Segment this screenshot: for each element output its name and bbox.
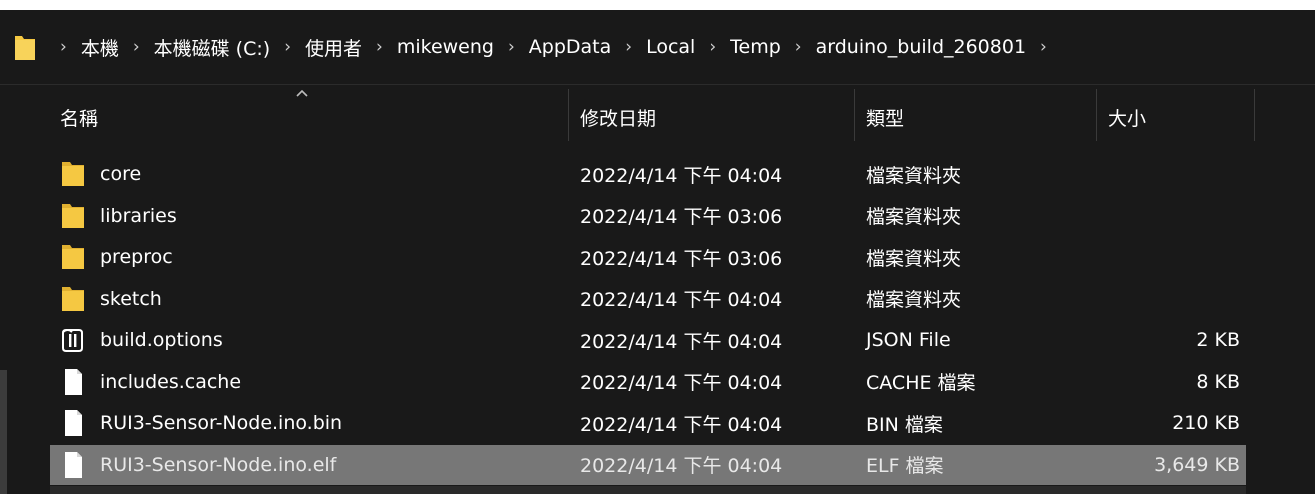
vertical-scrollbar[interactable]: [0, 370, 7, 494]
column-name-header[interactable]: 名稱: [60, 85, 98, 149]
file-type: ELF 檔案: [866, 455, 944, 477]
file-modified: 2022/4/14 下午 04:04: [580, 413, 783, 436]
chevron-right-icon[interactable]: ›: [697, 37, 728, 57]
file-name[interactable]: core: [100, 154, 141, 194]
file-modified: 2022/4/14 下午 03:06: [580, 247, 783, 270]
address-bar[interactable]: › 本機 › 本機磁碟 (C:) › 使用者 › mikeweng › AppData › Local…: [0, 10, 1315, 85]
file-size: 3,649 KB: [1154, 453, 1240, 476]
breadcrumb-item[interactable]: AppData: [527, 36, 614, 58]
chevron-right-icon[interactable]: ›: [613, 37, 644, 57]
file-row[interactable]: preproc 2022/4/14 下午 03:06 檔案資料夾: [0, 237, 1315, 277]
column-size-header[interactable]: 大小: [1108, 85, 1146, 149]
file-type: 檔案資料夾: [866, 206, 962, 228]
breadcrumb-item[interactable]: Local: [644, 36, 697, 58]
breadcrumb-item[interactable]: 本機磁碟 (C:): [152, 34, 273, 61]
chevron-right-icon[interactable]: ›: [121, 37, 152, 57]
file-icon: [60, 451, 86, 479]
file-type: CACHE 檔案: [866, 372, 976, 394]
column-divider[interactable]: [1096, 89, 1097, 141]
chevron-right-icon[interactable]: ›: [48, 37, 79, 57]
breadcrumb-item[interactable]: arduino_build_260801: [814, 36, 1028, 58]
file-modified: 2022/4/14 下午 04:04: [580, 330, 783, 353]
folder-icon: [60, 202, 86, 230]
file-type: 檔案資料夾: [866, 289, 962, 311]
file-name[interactable]: sketch: [100, 279, 162, 319]
file-icon: [60, 409, 86, 437]
chevron-right-icon[interactable]: ›: [1028, 37, 1059, 57]
chevron-right-icon[interactable]: ›: [783, 37, 814, 57]
breadcrumb: › 本機 › 本機磁碟 (C:) › 使用者 › mikeweng › AppData › Local…: [48, 10, 1059, 84]
file-size: [1080, 154, 1240, 194]
file-row[interactable]: build.options 2022/4/14 下午 04:04 JSON File…: [0, 320, 1315, 360]
file-name[interactable]: RUI3-Sensor-Node.ino.elf: [100, 445, 336, 485]
file-name[interactable]: preproc: [100, 237, 173, 277]
file-type: JSON File: [866, 329, 951, 351]
file-type: BIN 檔案: [866, 413, 943, 436]
breadcrumb-item[interactable]: 本機: [79, 34, 121, 61]
column-type-header[interactable]: 類型: [866, 85, 904, 149]
column-divider[interactable]: [854, 89, 855, 141]
folder-icon: [60, 285, 86, 313]
folder-icon: [15, 36, 35, 60]
column-divider[interactable]: [1254, 89, 1255, 141]
column-header: 名稱 修改日期 類型 大小: [0, 85, 1315, 149]
column-divider[interactable]: [568, 89, 569, 141]
file-row[interactable]: includes.cache 2022/4/14 下午 04:04 CACHE 檔案…: [0, 362, 1315, 402]
file-size: [1080, 279, 1240, 319]
folder-icon: [60, 160, 86, 188]
file-type: 檔案資料夾: [866, 247, 962, 270]
breadcrumb-item[interactable]: mikeweng: [395, 36, 496, 58]
file-modified: 2022/4/14 下午 04:04: [580, 455, 783, 477]
file-name[interactable]: libraries: [100, 196, 177, 236]
next-row-partial: [50, 486, 1246, 494]
file-size: 210 KB: [1172, 412, 1240, 434]
file-row[interactable]: libraries 2022/4/14 下午 03:06 檔案資料夾: [0, 196, 1315, 236]
file-name[interactable]: includes.cache: [100, 362, 241, 402]
chevron-right-icon[interactable]: ›: [272, 37, 303, 57]
file-explorer-window: › 本機 › 本機磁碟 (C:) › 使用者 › mikeweng › AppData › Local…: [0, 0, 1315, 494]
file-modified: 2022/4/14 下午 03:06: [580, 206, 783, 228]
file-size: 2 KB: [1196, 329, 1240, 351]
sort-ascending-icon[interactable]: [296, 89, 308, 97]
file-name[interactable]: build.options: [100, 320, 223, 360]
file-name[interactable]: RUI3-Sensor-Node.ino.bin: [100, 403, 342, 443]
file-row[interactable]: RUI3-Sensor-Node.ino.elf 2022/4/14 下午 04:…: [0, 444, 1315, 485]
json-file-icon: [60, 326, 86, 354]
window-top-edge: [0, 0, 1315, 10]
file-modified: 2022/4/14 下午 04:04: [580, 372, 783, 394]
chevron-right-icon[interactable]: ›: [364, 37, 395, 57]
file-modified: 2022/4/14 下午 04:04: [580, 289, 783, 311]
column-modified-header[interactable]: 修改日期: [580, 85, 656, 149]
file-size: [1080, 237, 1240, 277]
file-row[interactable]: sketch 2022/4/14 下午 04:04 檔案資料夾: [0, 279, 1315, 319]
breadcrumb-item[interactable]: 使用者: [303, 34, 364, 61]
file-type: 檔案資料夾: [866, 164, 962, 187]
file-icon: [60, 368, 86, 396]
file-row[interactable]: RUI3-Sensor-Node.ino.bin 2022/4/14 下午 04:…: [0, 403, 1315, 443]
folder-icon: [60, 243, 86, 271]
file-row[interactable]: core 2022/4/14 下午 04:04 檔案資料夾: [0, 154, 1315, 194]
file-size: 8 KB: [1196, 370, 1240, 393]
chevron-right-icon[interactable]: ›: [496, 37, 527, 57]
file-modified: 2022/4/14 下午 04:04: [580, 164, 783, 187]
breadcrumb-item[interactable]: Temp: [728, 36, 783, 58]
file-size: [1080, 196, 1240, 236]
